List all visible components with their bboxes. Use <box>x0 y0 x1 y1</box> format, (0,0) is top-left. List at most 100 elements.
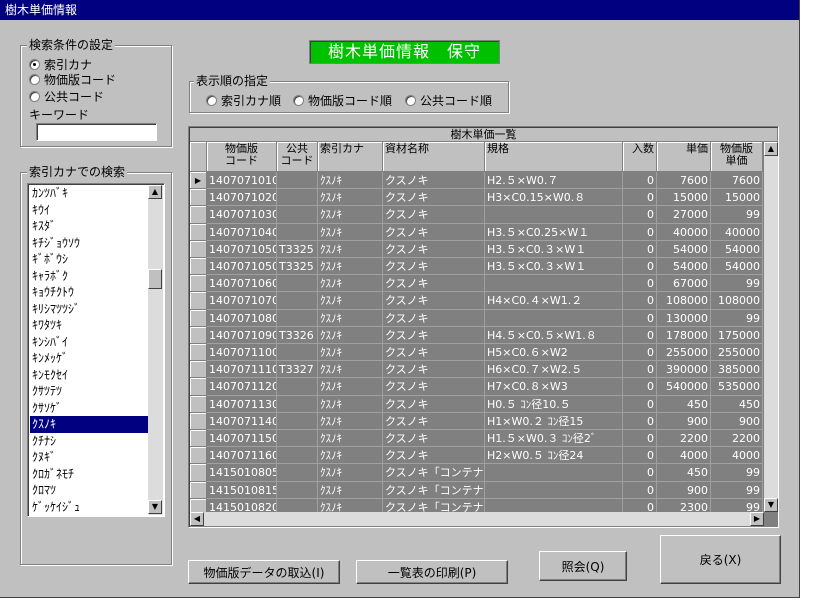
table-cell[interactable]: クスノキ <box>383 361 485 379</box>
table-cell[interactable] <box>277 447 318 465</box>
column-header[interactable]: 規格 <box>485 142 623 172</box>
table-cell[interactable]: H3.５×C0.３×W１ <box>485 258 623 276</box>
table-cell[interactable]: H3.５×C0.25×W１ <box>485 223 623 241</box>
table-cell[interactable]: 900 <box>657 481 711 499</box>
table-cell[interactable]: 255000 <box>657 344 711 362</box>
table-cell[interactable]: 108000 <box>657 292 711 310</box>
table-cell[interactable]: 7600 <box>711 172 763 190</box>
kana-list-item[interactable]: ｸｻｿｹﾞ <box>30 400 148 417</box>
table-cell[interactable]: 2200 <box>711 430 763 448</box>
kana-list-item[interactable]: ｸｻﾂﾃﾂ <box>30 383 148 400</box>
table-cell[interactable]: 0 <box>623 326 657 344</box>
table-cell[interactable]: 0 <box>623 361 657 379</box>
table-cell[interactable]: ｸｽﾉｷ <box>318 292 383 310</box>
table-cell[interactable]: 450 <box>711 395 763 413</box>
table-cell[interactable] <box>277 430 318 448</box>
column-header[interactable]: 公共 コード <box>277 142 318 172</box>
table-cell[interactable]: 450 <box>657 464 711 482</box>
table-cell[interactable]: クスノキ <box>383 172 485 190</box>
table-cell[interactable]: ｸｽﾉｷ <box>318 326 383 344</box>
kana-list-item[interactable]: ｸﾛﾏﾂ <box>30 482 148 499</box>
table-cell[interactable]: 1407071060 <box>207 275 277 293</box>
table-cell[interactable]: H3×C0.15×W0.８ <box>485 189 623 207</box>
table-cell[interactable]: ｸｽﾉｷ <box>318 309 383 327</box>
table-cell[interactable]: 0 <box>623 464 657 482</box>
table-cell[interactable]: 67000 <box>657 275 711 293</box>
kana-list-item[interactable]: ｸﾛｶﾞﾈﾓﾁ <box>30 466 148 483</box>
keyword-input[interactable] <box>36 123 157 141</box>
table-cell[interactable]: 385000 <box>711 361 763 379</box>
table-cell[interactable]: 900 <box>657 412 711 430</box>
table-cell[interactable]: ｸｽﾉｷ <box>318 361 383 379</box>
table-cell[interactable]: 1407071160 <box>207 447 277 465</box>
table-cell[interactable]: T3327 <box>277 361 318 379</box>
table-cell[interactable]: 0 <box>623 206 657 224</box>
grid-vscrollbar[interactable]: ▲ ▼ <box>764 142 778 512</box>
row-selector[interactable] <box>190 464 207 482</box>
kana-list-item[interactable]: ｹﾔｷ <box>30 515 148 516</box>
table-cell[interactable] <box>277 309 318 327</box>
table-cell[interactable]: 1407071030 <box>207 206 277 224</box>
table-cell[interactable]: 4000 <box>711 447 763 465</box>
table-cell[interactable]: クスノキ「コンテナ」 <box>383 481 485 499</box>
table-cell[interactable]: 1407071140 <box>207 412 277 430</box>
table-cell[interactable]: 1407071090 <box>207 326 277 344</box>
table-cell[interactable]: 1407071050 <box>207 258 277 276</box>
table-cell[interactable]: 4000 <box>657 447 711 465</box>
radio-order-kana[interactable]: 索引カナ順 <box>206 92 281 109</box>
table-cell[interactable] <box>485 481 623 499</box>
table-cell[interactable]: H6×C0.７×W2.５ <box>485 361 623 379</box>
table-cell[interactable]: ｸｽﾉｷ <box>318 412 383 430</box>
table-cell[interactable]: 390000 <box>657 361 711 379</box>
table-cell[interactable]: 175000 <box>711 326 763 344</box>
table-cell[interactable]: 54000 <box>711 258 763 276</box>
price-grid[interactable]: 樹木単価一覧 物価版 コード 公共 コード 索引カナ 資材名称 規格 入数 単価 物価版 単価… <box>188 126 779 528</box>
table-cell[interactable]: 130000 <box>657 309 711 327</box>
table-cell[interactable]: ｸｽﾉｷ <box>318 240 383 258</box>
grid-hscrollbar[interactable]: ◀ ▶ <box>190 512 764 526</box>
table-cell[interactable]: クスノキ <box>383 275 485 293</box>
table-cell[interactable] <box>277 378 318 396</box>
query-button[interactable]: 照会(Q) <box>539 551 627 581</box>
table-cell[interactable]: 0 <box>623 481 657 499</box>
table-cell[interactable]: 1407071080 <box>207 309 277 327</box>
column-header[interactable]: 単価 <box>657 142 711 172</box>
table-cell[interactable]: 27000 <box>657 206 711 224</box>
kana-scrollbar[interactable]: ▲ ▼ <box>148 185 163 515</box>
table-cell[interactable] <box>277 223 318 241</box>
table-cell[interactable]: クスノキ <box>383 240 485 258</box>
table-cell[interactable]: クスノキ <box>383 447 485 465</box>
table-cell[interactable]: 1407071010 <box>207 172 277 190</box>
table-cell[interactable]: 99 <box>711 309 763 327</box>
table-cell[interactable]: ｸｽﾉｷ <box>318 481 383 499</box>
table-cell[interactable]: クスノキ <box>383 223 485 241</box>
radio-public-code[interactable]: 公共コード <box>29 88 104 105</box>
table-cell[interactable]: クスノキ <box>383 344 485 362</box>
table-cell[interactable]: 7600 <box>657 172 711 190</box>
table-cell[interactable]: クスノキ <box>383 292 485 310</box>
row-selector[interactable] <box>190 361 207 379</box>
table-cell[interactable] <box>485 464 623 482</box>
table-cell[interactable]: ｸｽﾉｷ <box>318 395 383 413</box>
table-cell[interactable]: ｸｽﾉｷ <box>318 172 383 190</box>
table-cell[interactable]: 0 <box>623 223 657 241</box>
table-cell[interactable]: 1407071070 <box>207 292 277 310</box>
scroll-up-icon[interactable]: ▲ <box>764 142 778 156</box>
table-cell[interactable]: クスノキ <box>383 189 485 207</box>
row-selector[interactable] <box>190 223 207 241</box>
table-cell[interactable]: 178000 <box>657 326 711 344</box>
column-header[interactable]: 物価版 コード <box>207 142 277 172</box>
row-selector[interactable] <box>190 412 207 430</box>
radio-order-price-code[interactable]: 物価版コード順 <box>293 92 392 109</box>
table-cell[interactable]: 1407071040 <box>207 223 277 241</box>
table-cell[interactable]: ｸｽﾉｷ <box>318 223 383 241</box>
kana-list-item[interactable]: ｶﾝﾂﾊﾞｷ <box>30 185 148 202</box>
table-cell[interactable]: 0 <box>623 395 657 413</box>
table-cell[interactable]: 0 <box>623 172 657 190</box>
table-cell[interactable] <box>277 275 318 293</box>
table-cell[interactable]: 99 <box>711 206 763 224</box>
kana-list-item[interactable]: ｷﾜﾀﾂｷ <box>30 317 148 334</box>
table-cell[interactable]: ｸｽﾉｷ <box>318 430 383 448</box>
table-cell[interactable]: 1407071020 <box>207 189 277 207</box>
table-cell[interactable]: 54000 <box>711 240 763 258</box>
